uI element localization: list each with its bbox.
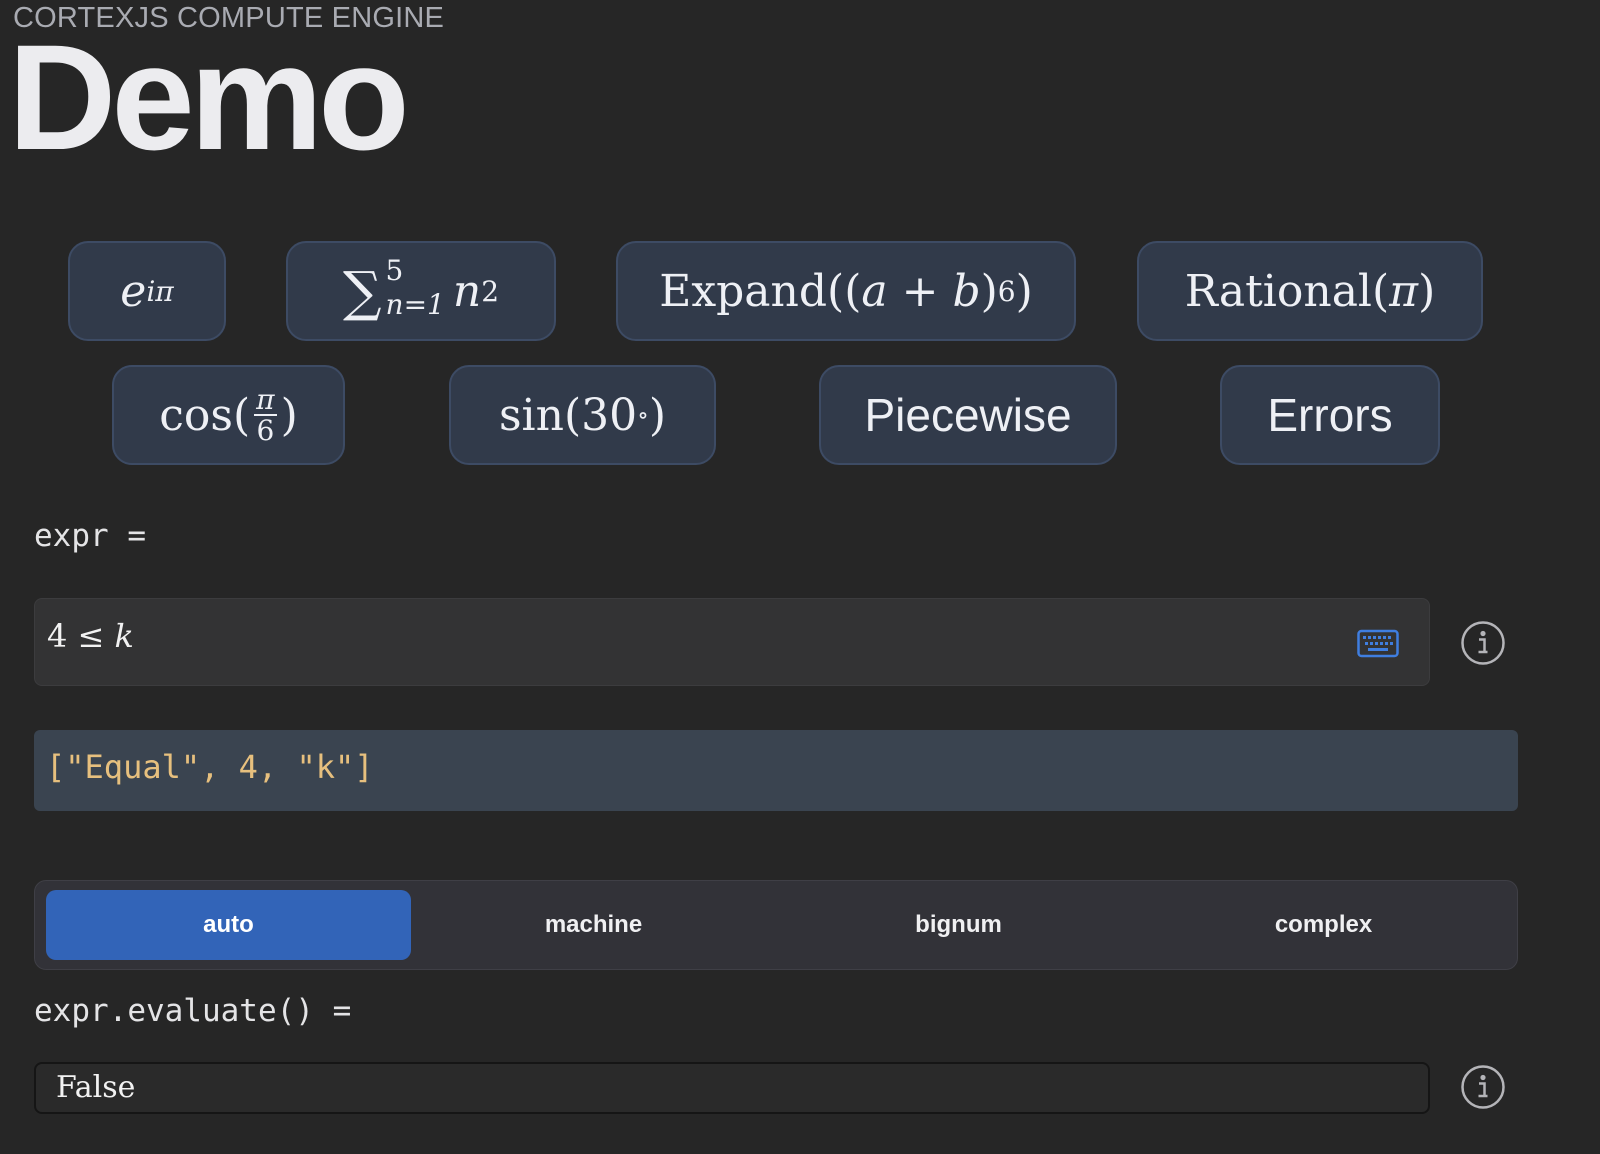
expr-label: expr = xyxy=(34,518,146,554)
mode-bignum[interactable]: bignum xyxy=(776,890,1141,960)
math-input-left: 4 ≤ xyxy=(47,617,115,655)
cos-fraction: π 6 xyxy=(254,382,277,447)
keyboard-icon[interactable] xyxy=(1357,627,1399,659)
rational-end: ) xyxy=(1418,265,1436,317)
expand-end: ) xyxy=(1015,265,1033,317)
json-output-text: ["Equal", 4, "k"] xyxy=(46,748,374,786)
json-output-box: ["Equal", 4, "k"] xyxy=(34,730,1518,811)
cos-end: ) xyxy=(280,389,298,441)
example-rational-button[interactable]: Rational(π) xyxy=(1137,241,1483,341)
example-sin-button[interactable]: sin(30 ∘) xyxy=(449,365,716,465)
result-info-icon[interactable] xyxy=(1460,1064,1506,1110)
math-input-field[interactable]: 4 ≤ k xyxy=(34,598,1430,686)
sin-func: sin(30 xyxy=(498,389,638,441)
expand-close: ) xyxy=(980,265,998,317)
expand-plus: + xyxy=(887,265,953,317)
cos-numerator: π xyxy=(254,382,277,416)
math-input-value: 4 ≤ k xyxy=(47,617,134,655)
mode-auto[interactable]: auto xyxy=(46,890,411,960)
example-euler-button[interactable]: e iπ xyxy=(68,241,226,341)
example-piecewise-button[interactable]: Piecewise xyxy=(819,365,1117,465)
sum-lower-limit: n=1 xyxy=(385,288,445,321)
expand-power: 6 xyxy=(997,274,1016,308)
rational-arg: π xyxy=(1389,265,1419,317)
cos-denominator: 6 xyxy=(256,414,275,447)
page-title: Demo xyxy=(8,13,410,181)
sin-end: ) xyxy=(648,389,667,441)
info-icon[interactable] xyxy=(1460,620,1506,666)
evaluate-label: expr.evaluate() = xyxy=(34,993,352,1029)
evaluate-result-value: False xyxy=(56,1070,136,1105)
example-sum-button[interactable]: ∑ 5 n=1 n2 xyxy=(286,241,556,341)
rational-func: Rational( xyxy=(1184,265,1390,317)
mode-machine[interactable]: machine xyxy=(411,890,776,960)
example-cos-button[interactable]: cos( π 6 ) xyxy=(112,365,345,465)
sum-upper-limit: 5 xyxy=(385,254,404,287)
example-errors-button[interactable]: Errors xyxy=(1220,365,1440,465)
evaluate-result-field: False xyxy=(34,1062,1430,1114)
mode-complex[interactable]: complex xyxy=(1141,890,1506,960)
sin-degree: ∘ xyxy=(637,401,649,429)
cos-func: cos( xyxy=(159,389,251,441)
math-input-var: k xyxy=(114,617,134,655)
expand-func: Expand(( xyxy=(659,265,862,317)
expand-a: a xyxy=(861,265,888,317)
sum-symbol: ∑ xyxy=(342,259,382,323)
example-expand-button[interactable]: Expand((a + b) 6) xyxy=(616,241,1076,341)
euler-exponent: iπ xyxy=(146,274,174,308)
sum-term: n xyxy=(452,265,482,317)
sum-power: 2 xyxy=(481,274,500,308)
expand-b: b xyxy=(952,265,981,317)
numeric-mode-selector: auto machine bignum complex xyxy=(34,880,1518,970)
euler-base: e xyxy=(120,265,147,317)
